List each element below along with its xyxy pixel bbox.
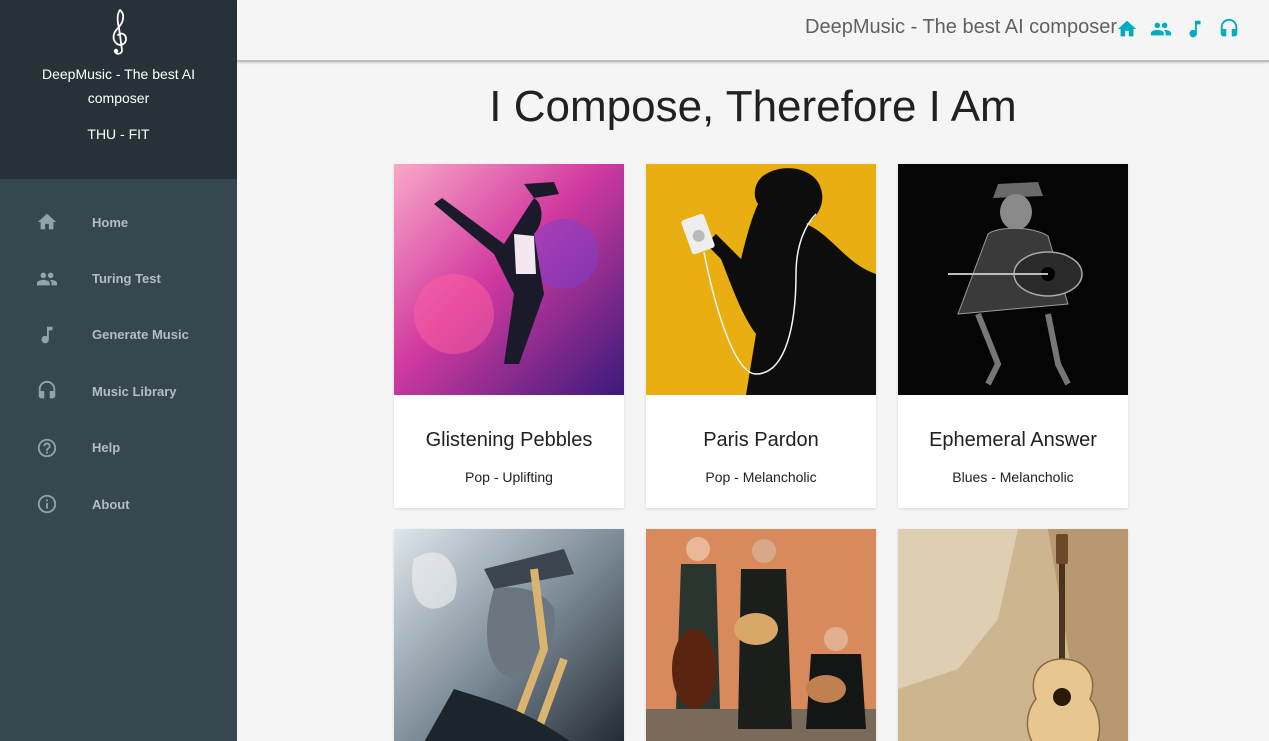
sidebar-item-label: Turing Test bbox=[92, 271, 161, 287]
headphones-icon[interactable] bbox=[1217, 17, 1241, 41]
people-icon bbox=[36, 268, 58, 290]
sidebar-item-generate-music[interactable]: Generate Music bbox=[0, 307, 237, 363]
music-card[interactable]: Glistening Pebbles Pop - Uplifting bbox=[394, 164, 624, 508]
sidebar-item-label: Home bbox=[92, 214, 129, 230]
brand-header: DeepMusic - The best AI composer THU - F… bbox=[0, 0, 237, 179]
music-card[interactable]: Paris Pardon Pop - Melancholic bbox=[646, 164, 876, 508]
music-card[interactable] bbox=[646, 529, 876, 741]
music-note-icon bbox=[36, 324, 58, 346]
help-icon bbox=[36, 437, 58, 459]
card-title: Ephemeral Answer bbox=[929, 429, 1097, 451]
sidebar: DeepMusic - The best AI composer THU - F… bbox=[0, 0, 237, 741]
home-icon bbox=[36, 211, 58, 233]
sidebar-item-turing-test[interactable]: Turing Test bbox=[0, 250, 237, 306]
card-genre: Pop - Melancholic bbox=[705, 469, 817, 485]
brand-subtitle: THU - FIT bbox=[87, 126, 150, 142]
sidebar-item-label: Generate Music bbox=[92, 327, 189, 343]
sidebar-item-home[interactable]: Home bbox=[0, 194, 237, 250]
album-art-ipod-silhouette bbox=[646, 164, 876, 395]
music-card[interactable]: Ephemeral Answer Blues - Melancholic bbox=[898, 164, 1128, 508]
album-art-trio bbox=[646, 529, 876, 741]
app-title: DeepMusic - The best AI composer bbox=[805, 16, 1117, 38]
sidebar-item-label: Music Library bbox=[92, 383, 177, 399]
treble-clef-icon bbox=[112, 9, 127, 55]
page-title: I Compose, Therefore I Am bbox=[489, 82, 1017, 131]
sidebar-item-about[interactable]: About bbox=[0, 476, 237, 532]
card-title: Paris Pardon bbox=[703, 429, 819, 451]
top-bar: DeepMusic - The best AI composer bbox=[237, 0, 1269, 62]
sidebar-nav: Home Turing Test Generate Music Music Li… bbox=[0, 179, 237, 532]
card-title: Glistening Pebbles bbox=[425, 429, 593, 451]
music-note-icon[interactable] bbox=[1183, 17, 1207, 41]
card-genre: Blues - Melancholic bbox=[952, 469, 1074, 485]
sidebar-item-help[interactable]: Help bbox=[0, 420, 237, 476]
music-card[interactable] bbox=[394, 529, 624, 741]
headphones-icon bbox=[36, 380, 58, 402]
info-icon bbox=[36, 493, 58, 515]
album-art-dancer bbox=[394, 164, 624, 395]
music-card[interactable] bbox=[898, 529, 1128, 741]
people-icon[interactable] bbox=[1149, 17, 1173, 41]
brand-title: DeepMusic - The best AI composer bbox=[41, 66, 196, 106]
album-art-saxophonist bbox=[394, 529, 624, 741]
sidebar-item-label: About bbox=[92, 496, 130, 512]
top-nav-icons bbox=[1115, 17, 1241, 41]
home-icon[interactable] bbox=[1115, 17, 1139, 41]
sidebar-item-music-library[interactable]: Music Library bbox=[0, 363, 237, 419]
album-art-acoustic-guitar bbox=[898, 529, 1128, 741]
sidebar-item-label: Help bbox=[92, 440, 121, 456]
card-genre: Pop - Uplifting bbox=[465, 469, 553, 485]
album-art-guitar-player bbox=[898, 164, 1128, 395]
